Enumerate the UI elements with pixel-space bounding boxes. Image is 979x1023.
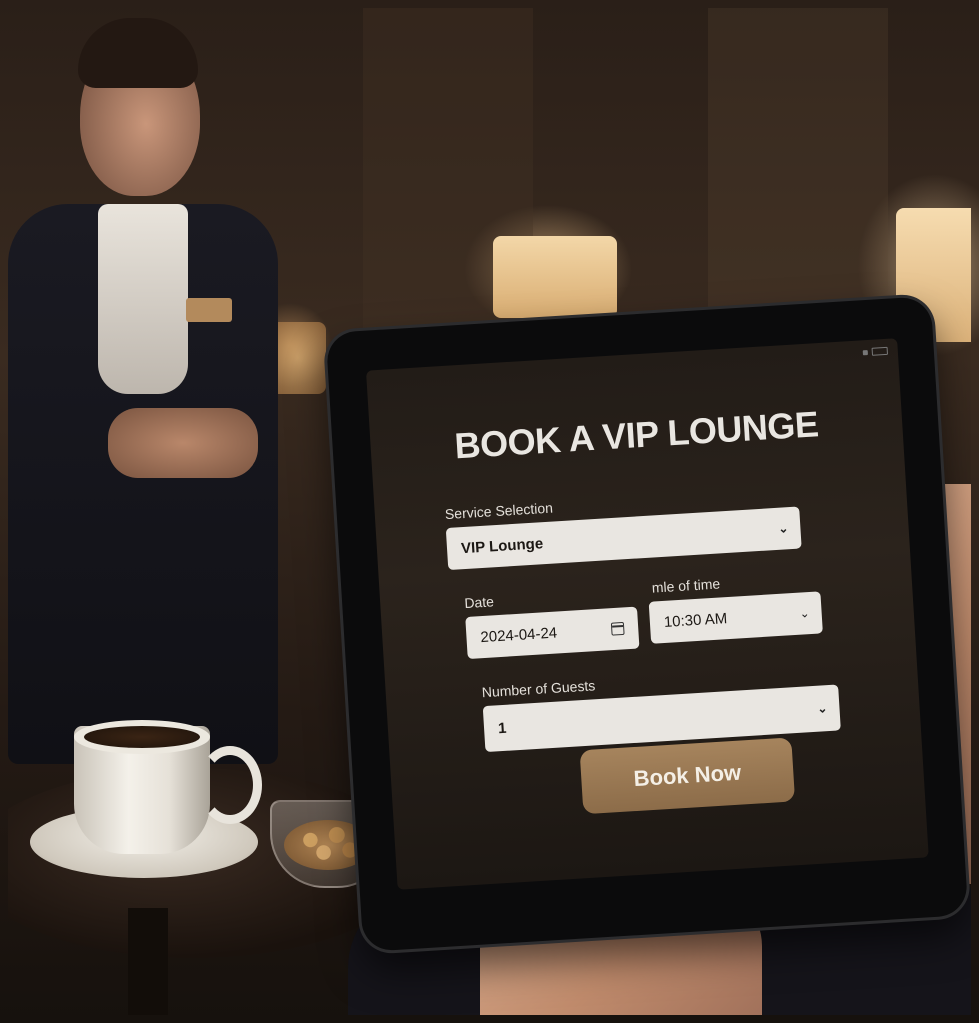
concierge-hair — [78, 18, 198, 88]
guests-label: Number of Guests — [481, 677, 596, 701]
coffee — [84, 726, 200, 748]
date-label: Date — [463, 593, 495, 612]
service-label: Service Selection — [444, 499, 554, 523]
photo-frame: BOOK A VIP LOUNGE Service Selection VIP … — [8, 8, 971, 1015]
status-bar — [862, 346, 889, 357]
book-now-button[interactable]: Book Now — [579, 737, 796, 815]
date-value: 2024-04-24 — [479, 624, 558, 646]
tablet: BOOK A VIP LOUNGE Service Selection VIP … — [325, 296, 969, 952]
calendar-icon[interactable] — [610, 621, 625, 636]
time-value: 10:30 AM — [663, 609, 728, 631]
guests-value: 1 — [497, 719, 507, 737]
date-input[interactable]: 2024-04-24 — [465, 606, 640, 660]
photo-background: BOOK A VIP LOUNGE Service Selection VIP … — [0, 0, 979, 1023]
name-badge — [186, 298, 232, 322]
table-leg — [128, 908, 168, 1015]
page-title: BOOK A VIP LOUNGE — [453, 403, 820, 467]
battery-icon — [871, 346, 889, 356]
chevron-down-icon: ⌄ — [817, 701, 828, 716]
concierge-hands — [108, 408, 258, 478]
chevron-down-icon: ⌄ — [799, 606, 811, 621]
lamp-glow — [270, 322, 326, 394]
time-select[interactable]: 10:30 AM ⌄ — [648, 591, 823, 644]
tablet-screen: BOOK A VIP LOUNGE Service Selection VIP … — [366, 338, 929, 890]
service-value: VIP Lounge — [460, 534, 544, 557]
time-label: mle of time — [651, 575, 721, 596]
cup-handle — [198, 746, 262, 824]
concierge-shirt — [98, 204, 188, 394]
lamp-shade — [493, 236, 617, 318]
signal-icon — [862, 349, 868, 355]
chevron-down-icon: ⌄ — [777, 521, 789, 536]
